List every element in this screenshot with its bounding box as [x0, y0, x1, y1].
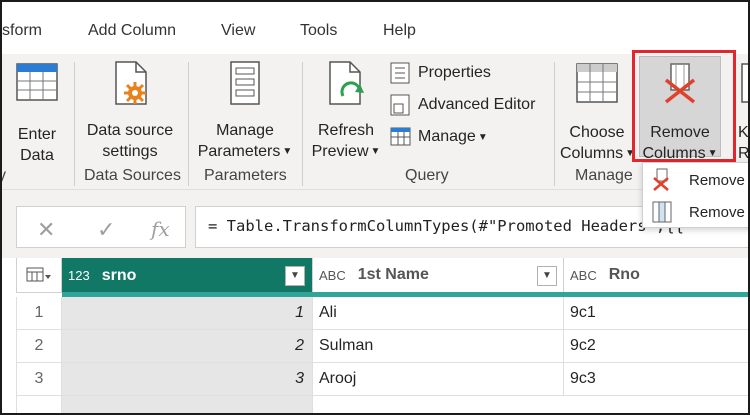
column-header-label: Rno: [608, 266, 640, 283]
choose-columns-button[interactable]: Choose Columns ▼: [560, 62, 635, 164]
group-label-query: Query: [405, 167, 449, 184]
caret-down-icon: ▼: [477, 131, 488, 143]
remove-other-columns-icon: [652, 201, 672, 223]
column-header-srno[interactable]: 123 srno ▼: [62, 258, 313, 293]
menu-add-column[interactable]: Add Column: [88, 22, 176, 40]
cell-srno[interactable]: 1: [62, 297, 313, 330]
keep-rows-icon: [741, 63, 748, 103]
cell-srno[interactable]: 3: [62, 363, 313, 396]
keep-rows-label-2: R: [738, 145, 750, 162]
remove-columns-dropdown: Remove Remove: [642, 162, 748, 228]
row-number: [16, 396, 62, 413]
properties-label: Properties: [418, 64, 491, 81]
row-number[interactable]: 2: [16, 330, 62, 363]
data-source-label-1: Data source: [86, 122, 174, 139]
menu-bar: sform Add Column View Tools Help: [2, 2, 748, 54]
formula-bar-row: ✕ ✓ fx = Table.TransformColumnTypes(#"Pr…: [2, 190, 748, 258]
filter-dropdown-icon[interactable]: ▼: [537, 266, 557, 286]
menu-transform[interactable]: sform: [2, 22, 42, 40]
ribbon-separator: [302, 62, 303, 186]
cell-rno[interactable]: 9c3: [564, 363, 748, 396]
advanced-editor-label: Advanced Editor: [418, 96, 536, 113]
choose-columns-label-1: Choose: [569, 124, 625, 141]
advanced-editor-button[interactable]: Advanced Editor: [390, 94, 535, 116]
ribbon-separator: [188, 62, 189, 186]
cell-srno: [62, 396, 313, 413]
dropdown-item-label: Remove: [689, 203, 745, 221]
table-menu-icon: [26, 267, 51, 282]
row-number[interactable]: 1: [16, 297, 62, 330]
group-label-data-sources: Data Sources: [84, 167, 181, 184]
text-type-icon[interactable]: ABC: [570, 268, 597, 283]
properties-button[interactable]: Properties: [390, 62, 491, 84]
number-type-icon[interactable]: 123: [68, 268, 90, 283]
text-type-icon[interactable]: ABC: [319, 268, 346, 283]
dropdown-item-label: Remove: [689, 171, 745, 189]
cell-rno[interactable]: 9c1: [564, 297, 748, 330]
power-query-window: sform Add Column View Tools Help Enter D…: [0, 0, 750, 415]
table-icon: [16, 63, 58, 101]
refresh-label-2: Preview: [311, 143, 369, 160]
row-number[interactable]: 3: [16, 363, 62, 396]
manage-parameters-button[interactable]: Manage Parameters ▼: [194, 60, 296, 162]
data-source-settings-button[interactable]: Data source settings: [82, 60, 178, 162]
cell-srno[interactable]: 2: [62, 330, 313, 363]
dropdown-item-remove-other-columns[interactable]: Remove: [643, 196, 748, 228]
cell-rno[interactable]: 9c2: [564, 330, 748, 363]
caret-down-icon: ▼: [282, 146, 293, 157]
refresh-label-1: Refresh: [317, 122, 375, 139]
cell-1st-name[interactable]: Arooj: [313, 363, 564, 396]
enter-data-label-2: Data: [20, 147, 54, 164]
menu-help[interactable]: Help: [383, 22, 416, 40]
choose-columns-icon: [576, 63, 618, 103]
refresh-preview-button[interactable]: Refresh Preview ▼: [310, 60, 382, 162]
ribbon-separator: [554, 62, 555, 186]
formula-controls: ✕ ✓ fx: [16, 206, 186, 248]
table-menu-button[interactable]: [16, 258, 62, 293]
column-header-label: srno: [101, 266, 137, 284]
menu-view[interactable]: View: [221, 22, 255, 40]
caret-down-icon: ▼: [370, 146, 381, 157]
manage-parameters-label-1: Manage: [216, 122, 274, 139]
manage-query-button[interactable]: Manage ▼: [390, 126, 488, 148]
data-grid: 123 srno ▼ ABC 1st Name ▼ ABC Rno 1 1 Al…: [16, 258, 748, 413]
filter-dropdown-icon[interactable]: ▼: [285, 266, 305, 286]
dropdown-item-remove-columns[interactable]: Remove: [643, 164, 748, 196]
cell-1st-name[interactable]: Ali: [313, 297, 564, 330]
properties-icon: [390, 62, 410, 84]
keep-rows-button[interactable]: K R: [738, 62, 750, 164]
manage-query-label: Manage: [418, 128, 476, 145]
menu-tools[interactable]: Tools: [300, 22, 337, 40]
data-source-label-2: settings: [102, 143, 158, 160]
highlight-box: [632, 50, 736, 162]
column-header-label: 1st Name: [357, 266, 429, 283]
column-header-rno[interactable]: ABC Rno: [564, 258, 748, 293]
advanced-editor-icon: [390, 94, 410, 116]
cell-1st-name[interactable]: Sulman: [313, 330, 564, 363]
remove-columns-small-icon: [653, 168, 669, 191]
group-label-manage: Manage: [575, 167, 633, 184]
table-grid-icon: [390, 127, 411, 146]
parameters-icon: [230, 61, 260, 105]
fx-icon[interactable]: fx: [151, 217, 170, 241]
enter-data-button[interactable]: Enter Data: [10, 62, 64, 166]
document-gear-icon: [115, 61, 147, 105]
manage-parameters-label-2: Parameters: [197, 143, 281, 160]
column-header-1st-name[interactable]: ABC 1st Name ▼: [313, 258, 564, 293]
keep-rows-label-1: K: [738, 124, 749, 141]
enter-data-label-1: Enter: [17, 126, 57, 143]
refresh-icon: [329, 61, 364, 105]
cancel-icon[interactable]: ✕: [37, 217, 55, 243]
choose-columns-label-2: Columns: [560, 145, 624, 162]
group-label-partial: y: [2, 167, 6, 185]
ribbon-separator: [74, 62, 75, 186]
commit-check-icon[interactable]: ✓: [97, 217, 115, 243]
group-label-parameters: Parameters: [204, 167, 287, 184]
